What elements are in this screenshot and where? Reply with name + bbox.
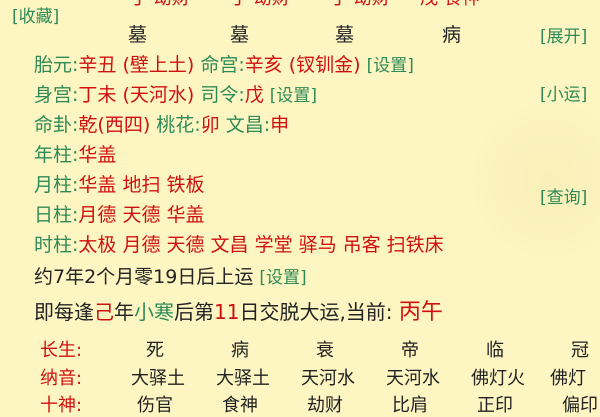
shishen-cell: 食神: [222, 395, 258, 416]
expand-button[interactable]: [展开]: [540, 22, 587, 47]
yuezhu-row: 月柱:华盖 地扫 铁板: [34, 170, 205, 197]
jiaoyun-row: 即每逢己年小寒后第11日交脱大运,当前: 丙午: [34, 294, 443, 326]
changsheng-cell: 衰: [316, 340, 334, 361]
yuezhu-label: 月柱:: [34, 174, 79, 196]
nianzhu-label: 年柱:: [34, 144, 79, 166]
changsheng-cell: 死: [146, 340, 164, 361]
stage-4: 病: [442, 24, 462, 46]
shishen-row: 十神: 伤官 食神 劫财 比肩 正印 偏印: [0, 391, 600, 417]
siling-value: 戊: [244, 84, 264, 106]
changsheng-cell: 帝: [401, 340, 419, 361]
nianzhu-value: 华盖: [78, 144, 117, 166]
yuezhu-value: 华盖 地扫 铁板: [78, 174, 205, 196]
minggua-value: 乾(西四): [78, 114, 151, 136]
minggua-row: 命卦:乾(西四) 桃花:卯 文昌:申: [34, 110, 289, 137]
favorite-button[interactable]: [收藏]: [12, 2, 59, 27]
jiaoyun-text-1: 即每逢: [34, 300, 94, 324]
nayin-label: 纳音:: [40, 368, 83, 389]
nayin-row: 纳音: 大驿土 大驿土 天河水 天河水 佛灯火 佛灯: [0, 364, 600, 390]
top-partial-row: [收藏] 丁 劫财 丁 劫财 丁 劫财 戊 食神: [0, 0, 600, 27]
taohua-label: 桃花:: [156, 114, 201, 136]
shishen-cell: 比肩: [392, 395, 428, 416]
taiyuan-label: 胎元:: [34, 54, 79, 76]
nayin-cell: 天河水: [301, 368, 355, 389]
siling-label: 司令:: [200, 84, 245, 106]
jiaoyun-text-4: 日交脱大运,当前:: [239, 300, 399, 324]
top-item-4: 戊 食神: [420, 0, 480, 10]
changsheng-cell: 临: [486, 340, 504, 361]
jiaoyun-term: 小寒: [134, 300, 174, 324]
jiaoyun-day: 11: [214, 300, 240, 324]
rizhu-value: 月德 天德 华盖: [78, 204, 205, 226]
nayin-cell: 佛灯: [550, 368, 586, 389]
stage-3: 墓: [335, 24, 355, 46]
shizhu-row: 时柱:太极 月德 天德 文昌 学堂 驿马 吊客 扫铁床: [34, 230, 444, 257]
top-item-1: 丁 劫财: [130, 0, 190, 10]
shishen-cell: 偏印: [562, 395, 598, 416]
qiyun-row: 约7年2个月零19日后上运 [设置]: [34, 262, 307, 289]
shishen-cell: 伤官: [137, 395, 173, 416]
minggong-value: 辛亥 (钗钏金): [244, 54, 361, 76]
top-item-3: 丁 劫财: [330, 0, 390, 10]
shizhu-label: 时柱:: [34, 234, 79, 256]
jiaoyun-stem: 己: [94, 300, 114, 324]
jiaoyun-text-3: 后第: [174, 300, 214, 324]
background-watermark: [470, 100, 600, 260]
wenchang-label: 文昌:: [225, 114, 271, 136]
nayin-cell: 大驿土: [131, 368, 185, 389]
nayin-cell: 天河水: [386, 368, 440, 389]
shengong-value: 丁未 (天河水): [78, 84, 195, 106]
shishen-cell: 正印: [477, 395, 513, 416]
taiyuan-settings-button[interactable]: [设置]: [367, 56, 414, 76]
changsheng-row: 长生: 死 病 衰 帝 临 冠: [0, 336, 600, 362]
top-item-2: 丁 劫财: [230, 0, 290, 10]
xiaoyun-button[interactable]: [小运]: [540, 80, 587, 105]
qiyun-settings-button[interactable]: [设置]: [259, 268, 306, 288]
shizhu-value: 太极 月德 天德 文昌 学堂 驿马 吊客 扫铁床: [78, 234, 444, 256]
siling-settings-button[interactable]: [设置]: [270, 86, 317, 106]
changsheng-cell: 病: [231, 340, 249, 361]
taiyuan-value: 辛丑 (壁上土): [78, 54, 195, 76]
stage-2: 墓: [230, 24, 250, 46]
jiaoyun-text-2: 年: [114, 300, 134, 324]
changsheng-label: 长生:: [40, 340, 83, 361]
nayin-cell: 大驿土: [216, 368, 270, 389]
rizhu-label: 日柱:: [34, 204, 79, 226]
rizhu-row: 日柱:月德 天德 华盖: [34, 200, 205, 227]
nianzhu-row: 年柱:华盖: [34, 140, 116, 167]
shishen-cell: 劫财: [307, 395, 343, 416]
stage-1: 墓: [128, 24, 148, 46]
shengong-row: 身宫:丁未 (天河水) 司令:戊 [设置]: [34, 80, 317, 107]
nayin-cell: 佛灯火: [471, 368, 525, 389]
current-dayun: 丙午: [398, 300, 443, 325]
shengong-label: 身宫:: [34, 84, 79, 106]
shishen-label: 十神:: [40, 395, 83, 416]
changsheng-cell: 冠: [571, 340, 589, 361]
query-button[interactable]: [查询]: [540, 183, 587, 208]
taiyuan-row: 胎元:辛丑 (壁上土) 命宫:辛亥 (钗钏金) [设置]: [34, 50, 414, 77]
minggua-label: 命卦:: [34, 114, 79, 136]
qiyun-text: 约7年2个月零19日后上运: [34, 266, 254, 288]
taohua-value: 卯: [200, 114, 220, 136]
minggong-label: 命宫:: [200, 54, 245, 76]
wenchang-value: 申: [270, 114, 290, 136]
